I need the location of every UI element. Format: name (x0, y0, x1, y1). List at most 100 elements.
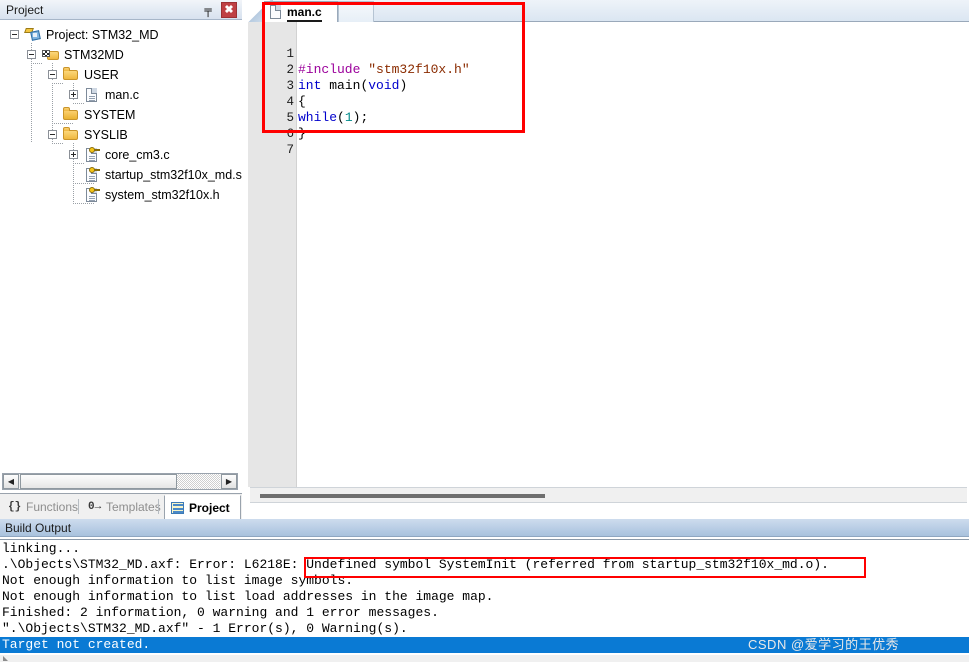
line-content: int main(void) (298, 78, 407, 94)
tab-label: Templates (106, 500, 161, 514)
code-line: 4 while(1); (248, 78, 368, 125)
expander-toggle[interactable] (48, 70, 57, 79)
scrollbar-track[interactable] (177, 474, 220, 489)
readonly-file-icon (84, 187, 100, 202)
readonly-file-icon (84, 167, 100, 182)
templates-icon: 0→ (88, 501, 102, 513)
build-output-header: Build Output (0, 519, 969, 537)
tree-connector (73, 203, 95, 204)
readonly-file-icon (84, 147, 100, 162)
expander-toggle[interactable] (48, 130, 57, 139)
expander-toggle[interactable] (10, 30, 19, 39)
tree-item-label: SYSTEM (84, 108, 136, 122)
tree-item-label: Project: STM32_MD (46, 28, 159, 42)
editor-tab-manc[interactable]: man.c (264, 1, 338, 22)
csdn-watermark: CSDN @爱学习的王优秀 (748, 637, 900, 652)
build-output-divider (0, 538, 969, 540)
log-line-error[interactable]: .\Objects\STM32_MD.axf: Error: L6218E: U… (2, 557, 829, 573)
editor-scroll-area (248, 487, 969, 519)
scroll-right-arrow-icon[interactable]: ▶ (221, 474, 237, 489)
token-punct: { (298, 94, 306, 109)
functions-icon: {} (8, 501, 22, 513)
resize-grip-icon[interactable] (3, 656, 8, 661)
code-line: 3 { (248, 62, 305, 109)
code-line: 1 #include "stm32f10x.h" (248, 30, 469, 77)
line-content: { (298, 94, 306, 110)
project-panel-title: Project (6, 3, 44, 17)
expander-toggle[interactable] (27, 50, 36, 59)
token-keyword: while (298, 110, 338, 125)
tree-connector (31, 63, 43, 64)
project-tree[interactable]: Project: STM32_MD STM32MD USER man.c SYS… (0, 21, 242, 471)
close-glyph: ✖ (224, 4, 234, 16)
tree-item-label: startup_stm32f10x_md.s (105, 168, 242, 182)
tab-label: Functions (26, 500, 79, 514)
tree-connector (73, 163, 85, 164)
tree-connector (73, 103, 85, 104)
code-line: 2 int main(void) (248, 46, 407, 93)
log-line[interactable]: ".\Objects\STM32_MD.axf" - 1 Error(s), 0… (2, 621, 408, 637)
token-type: int (298, 78, 330, 93)
pin-glyph: ╤ (204, 3, 212, 17)
editor-tabstrip: man.c (248, 0, 969, 22)
project-panel: Project ╤ ✖ Project: STM32_MD STM32MD US… (0, 0, 242, 519)
token-identifier: main (329, 78, 361, 93)
editor-tab-label: man.c (287, 5, 322, 22)
tab-functions[interactable]: {} Functions (4, 495, 86, 519)
scrollbar-thumb[interactable] (20, 474, 177, 489)
target-icon (42, 47, 59, 62)
project-panel-tabstrip: {} Functions 0→ Templates Project (0, 493, 242, 519)
close-icon[interactable]: ✖ (221, 2, 237, 18)
token-keyword: void (368, 78, 400, 93)
tree-item-label: system_stm32f10x.h (105, 188, 220, 202)
expander-toggle[interactable] (69, 150, 78, 159)
editor-body[interactable]: 1 #include "stm32f10x.h" 2 int main(void… (248, 22, 969, 487)
log-line[interactable]: Not enough information to list load addr… (2, 589, 493, 605)
line-number: 7 (286, 143, 294, 157)
tree-item-label: SYSLIB (84, 128, 128, 142)
tree-item-label: core_cm3.c (105, 148, 170, 162)
log-line[interactable]: Not enough information to list image sym… (2, 573, 353, 589)
tab-templates[interactable]: 0→ Templates (84, 495, 169, 519)
project-panel-titlebar: Project ╤ ✖ (0, 0, 242, 20)
folder-icon (63, 107, 79, 122)
token-punct: ( (337, 110, 345, 125)
token-punct: } (298, 126, 306, 141)
token-string: "stm32f10x.h" (368, 62, 470, 77)
tree-connector (52, 143, 64, 144)
token-punct: ) (399, 78, 408, 93)
line-content: #include "stm32f10x.h" (298, 62, 470, 78)
line-content: while(1); (298, 110, 368, 126)
tree-connector (52, 123, 74, 124)
folder-icon (63, 67, 79, 82)
folder-icon (63, 127, 79, 142)
log-line[interactable]: linking... (2, 541, 80, 557)
pin-icon[interactable]: ╤ (200, 2, 216, 18)
line-content: } (298, 126, 306, 142)
tree-connector (73, 183, 95, 184)
tree-connector (52, 83, 64, 84)
scrollbar-thumb[interactable] (260, 494, 545, 498)
tree-item-label: USER (84, 68, 119, 82)
c-file-icon (270, 5, 281, 19)
project-panel-horizontal-scrollbar[interactable]: ◀ ▶ (2, 473, 238, 490)
code-editor: man.c 1 #include "stm32f10x.h" 2 int mai… (248, 0, 969, 519)
editor-tab-placeholder (338, 1, 374, 22)
tree-item-label: STM32MD (64, 48, 124, 62)
code-line: 5 } (248, 94, 305, 141)
log-line[interactable]: Finished: 2 information, 0 warning and 1… (2, 605, 439, 621)
editor-horizontal-scrollbar[interactable] (250, 487, 967, 503)
project-tab-icon (171, 502, 184, 514)
scroll-left-arrow-icon[interactable]: ◀ (3, 474, 19, 489)
build-output-title: Build Output (5, 521, 72, 535)
tab-project[interactable]: Project (164, 495, 241, 519)
code-line: 6 (248, 110, 295, 141)
tab-separator (78, 499, 79, 514)
tree-item-label: man.c (105, 88, 140, 102)
project-icon (24, 27, 41, 42)
c-file-icon (84, 87, 100, 102)
tab-separator (158, 499, 159, 514)
expander-toggle[interactable] (69, 90, 78, 99)
window-bottom-edge (0, 655, 969, 662)
token-punct: ); (352, 110, 369, 125)
